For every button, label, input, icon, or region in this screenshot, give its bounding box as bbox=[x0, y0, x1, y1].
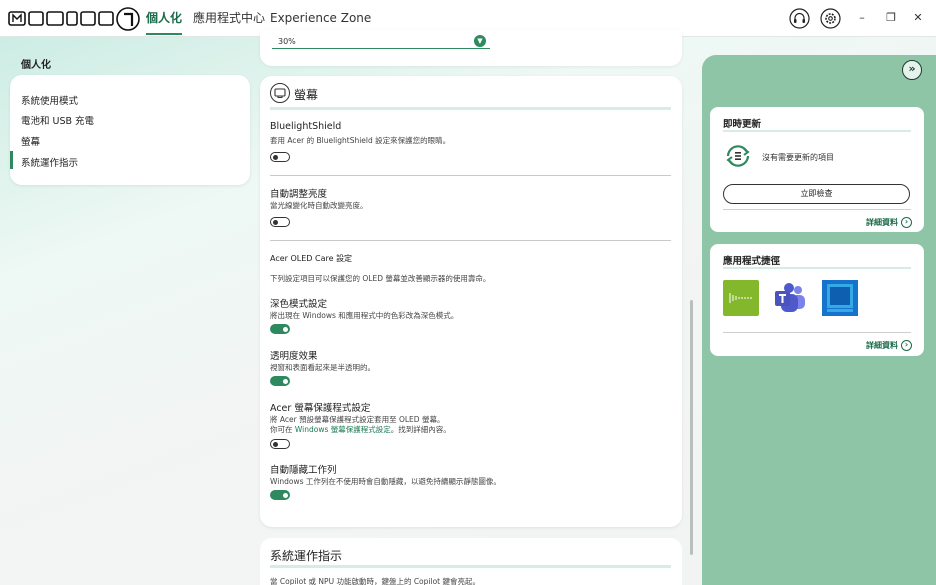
autohide-taskbar-desc: Windows 工作列在不使用時會自動隱藏，以避免持續顯示靜態圖像。 bbox=[270, 477, 501, 486]
autohide-taskbar-title: 自動隱藏工作列 bbox=[270, 465, 337, 476]
select-value: 30% bbox=[278, 37, 296, 46]
acer-app-icon[interactable] bbox=[822, 280, 858, 316]
sidebar-item-screen[interactable]: 螢幕 bbox=[21, 134, 40, 148]
transparency-title: 透明度效果 bbox=[270, 351, 318, 362]
sidebar-item-battery-usb[interactable]: 電池和 USB 充電 bbox=[21, 113, 94, 127]
system-indicator-desc: 當 Copilot 或 NPU 功能啟動時，鍵盤上的 Copilot 鍵會亮起。 bbox=[270, 577, 480, 585]
percentage-select[interactable]: 30% ▼ bbox=[272, 33, 490, 49]
tab-app-center[interactable]: 應用程式中心 bbox=[193, 0, 265, 37]
chevron-right-icon: › bbox=[901, 340, 912, 351]
screensaver-toggle[interactable] bbox=[270, 439, 290, 449]
auto-brightness-desc: 當光線變化時自動改變亮度。 bbox=[270, 201, 368, 210]
acer-purifiedvoice-app-icon[interactable] bbox=[723, 280, 759, 316]
auto-brightness-title: 自動調整亮度 bbox=[270, 189, 328, 200]
minimize-button[interactable]: – bbox=[853, 9, 871, 27]
oled-care-title: Acer OLED Care 設定 bbox=[270, 254, 353, 263]
section-title: 螢幕 bbox=[294, 88, 319, 102]
monitor-icon bbox=[270, 83, 290, 103]
sidebar-item-system-mode[interactable]: 系統使用模式 bbox=[21, 93, 78, 107]
more-label: 詳細資料 bbox=[866, 218, 898, 227]
chevron-right-icon: › bbox=[901, 217, 912, 228]
bluelight-title: BluelightShield bbox=[270, 121, 342, 132]
bluelight-desc: 套用 Acer 的 BluelightShield 設定來保護您的眼睛。 bbox=[270, 136, 451, 145]
scrollbar[interactable] bbox=[690, 300, 693, 555]
sidebar-nav: 系統使用模式 電池和 USB 充電 螢幕 系統運作指示 bbox=[9, 75, 250, 185]
previous-settings-card: 30% ▼ bbox=[260, 30, 682, 66]
teams-app-icon[interactable] bbox=[772, 280, 808, 316]
system-indicator-title: 系統運作指示 bbox=[270, 549, 343, 563]
transparency-toggle[interactable] bbox=[270, 376, 290, 386]
screensaver-desc-link-line: 你可在 Windows 螢幕保護程式設定。找到詳細內容。 bbox=[270, 424, 451, 435]
card-underline bbox=[723, 267, 911, 269]
sidebar-item-system-indicator[interactable]: 系統運作指示 bbox=[9, 151, 78, 169]
divider bbox=[270, 175, 671, 176]
sidebar-title: 個人化 bbox=[21, 60, 51, 71]
section-underline bbox=[270, 107, 671, 110]
gear-icon[interactable] bbox=[820, 8, 841, 29]
shortcuts-more-link[interactable]: 詳細資料 › bbox=[866, 340, 912, 351]
close-button[interactable]: ✕ bbox=[909, 9, 927, 27]
screen-settings-card: 螢幕 BluelightShield 套用 Acer 的 BluelightSh… bbox=[260, 76, 682, 527]
windows-screensaver-settings-link[interactable]: Windows 螢幕保護程式設定 bbox=[295, 425, 391, 434]
restore-button[interactable]: ❐ bbox=[882, 9, 900, 27]
divider bbox=[270, 240, 671, 241]
tab-personalization[interactable]: 個人化 bbox=[146, 0, 183, 37]
screensaver-title: Acer 螢幕保護程式設定 bbox=[270, 403, 371, 414]
right-panel: » 即時更新 沒有需要更新的項目 立即檢查 詳細資料 › 應用程式捷徑 詳細資料… bbox=[702, 55, 936, 585]
dark-mode-desc: 將出現在 Windows 和應用程式中的色彩改為深色模式。 bbox=[270, 311, 459, 320]
more-label: 詳細資料 bbox=[866, 341, 898, 350]
mobile01-logo bbox=[8, 7, 140, 31]
section-underline bbox=[270, 565, 671, 568]
autohide-taskbar-toggle[interactable] bbox=[270, 490, 290, 500]
app-shortcuts-title: 應用程式捷徑 bbox=[723, 256, 781, 267]
transparency-desc: 視窗和表面看起來是半透明的。 bbox=[270, 363, 375, 372]
update-status: 沒有需要更新的項目 bbox=[762, 153, 834, 162]
bluelight-toggle[interactable] bbox=[270, 152, 290, 162]
dark-mode-title: 深色模式設定 bbox=[270, 299, 328, 310]
divider bbox=[723, 209, 911, 210]
system-indicator-card: 系統運作指示 當 Copilot 或 NPU 功能啟動時，鍵盤上的 Copilo… bbox=[260, 538, 682, 585]
desc-text: 。找到詳細內容。 bbox=[390, 425, 451, 434]
collapse-panel-button[interactable]: » bbox=[902, 60, 922, 80]
sync-icon bbox=[726, 145, 750, 167]
chevron-down-icon: ▼ bbox=[474, 35, 486, 47]
app-shortcuts-card: 應用程式捷徑 詳細資料 › bbox=[710, 244, 924, 356]
auto-brightness-toggle[interactable] bbox=[270, 217, 290, 227]
oled-care-desc: 下列設定項目可以保護您的 OLED 螢幕並改善顯示器的使用壽命。 bbox=[270, 274, 491, 283]
divider bbox=[723, 332, 911, 333]
dark-mode-toggle[interactable] bbox=[270, 324, 290, 334]
check-now-button[interactable]: 立即檢查 bbox=[723, 184, 910, 204]
updates-more-link[interactable]: 詳細資料 › bbox=[866, 217, 912, 228]
headset-icon[interactable] bbox=[789, 8, 810, 29]
screen-section-header: 螢幕 bbox=[270, 83, 670, 105]
live-update-card: 即時更新 沒有需要更新的項目 立即檢查 詳細資料 › bbox=[710, 107, 924, 232]
live-update-title: 即時更新 bbox=[723, 119, 762, 130]
desc-text: 你可在 bbox=[270, 425, 295, 434]
card-underline bbox=[723, 130, 911, 132]
